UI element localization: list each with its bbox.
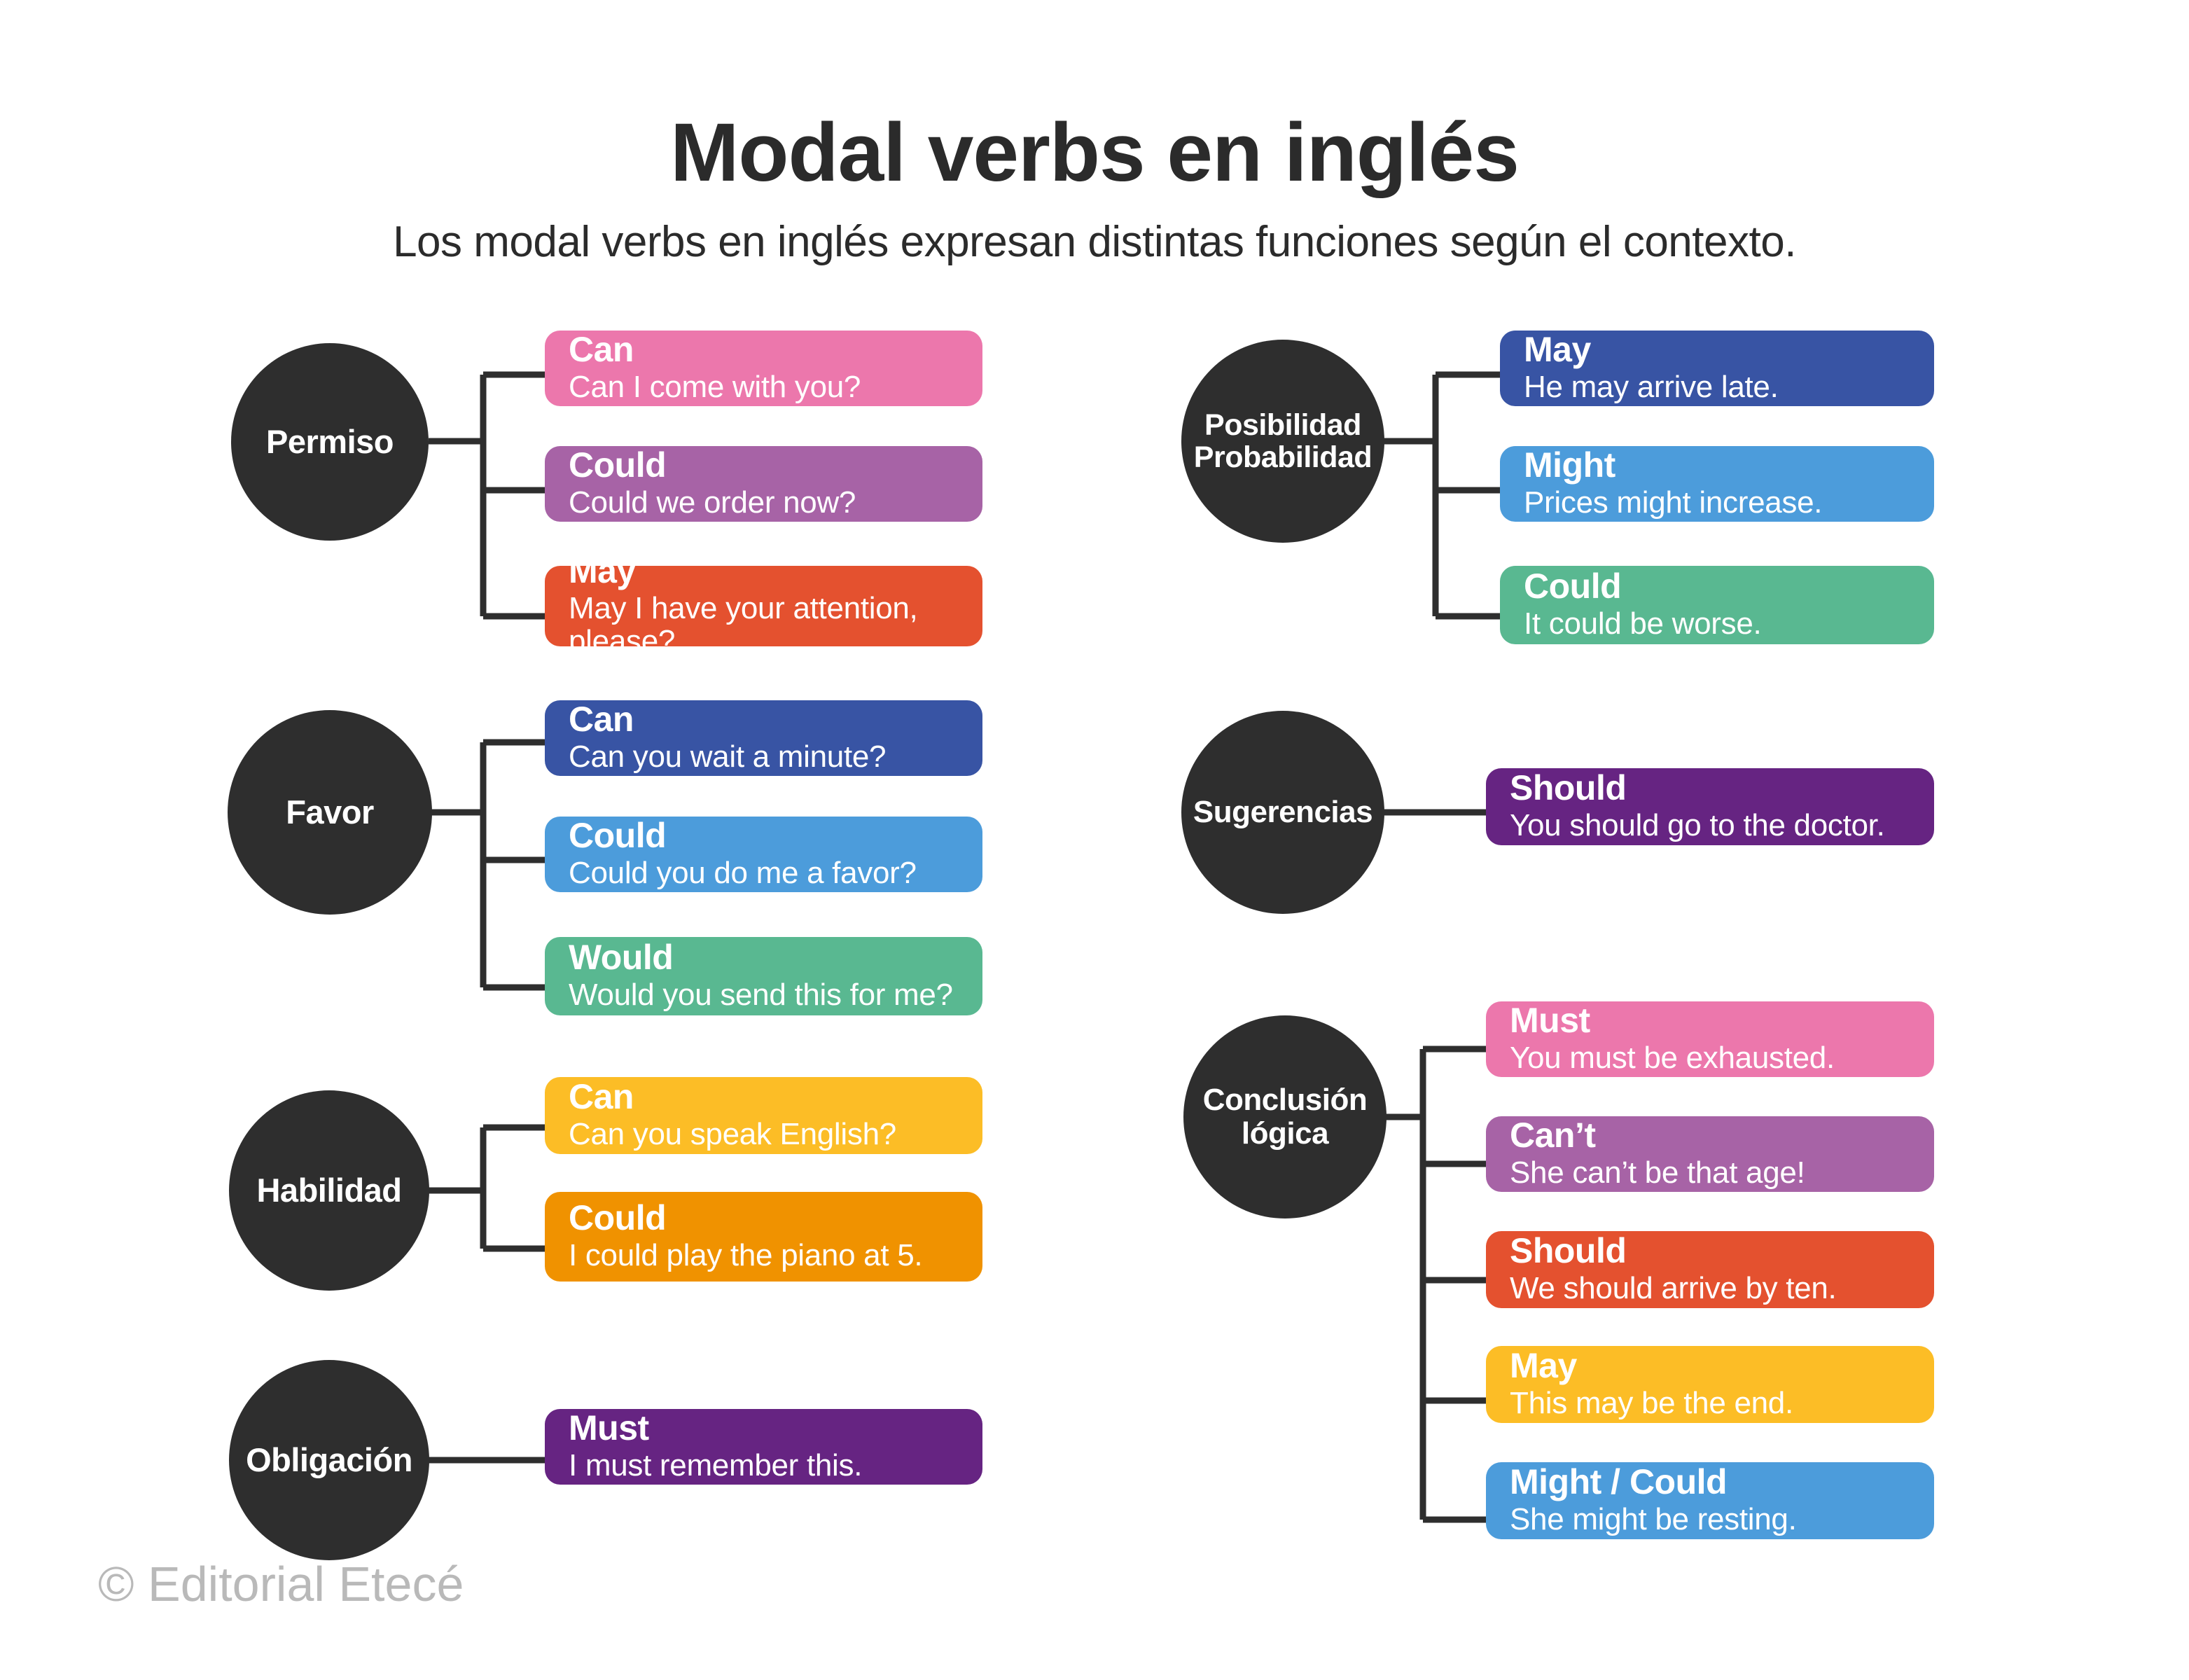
card-modal: Could <box>569 446 667 485</box>
card-sugerencias-should[interactable]: Should You should go to the doctor. <box>1486 768 1934 845</box>
group-bubble-permiso[interactable]: Permiso <box>231 343 429 541</box>
card-habilidad-could[interactable]: Could I could play the piano at 5. <box>545 1192 982 1282</box>
card-posibilidad-may[interactable]: May He may arrive late. <box>1500 331 1934 406</box>
card-modal: Might <box>1524 446 1615 485</box>
group-bubble-conclusion[interactable]: Conclusión lógica <box>1183 1015 1387 1219</box>
card-modal: Should <box>1510 768 1627 807</box>
card-modal: Could <box>569 817 667 855</box>
card-modal: Can <box>569 331 634 369</box>
group-bubble-sugerencias[interactable]: Sugerencias <box>1181 711 1384 914</box>
card-modal: Could <box>1524 566 1622 606</box>
card-modal: Could <box>569 1197 667 1237</box>
card-modal: Must <box>1510 1001 1590 1040</box>
card-conclusion-cant[interactable]: Can’t She can’t be that age! <box>1486 1116 1934 1192</box>
group-bubble-habilidad[interactable]: Habilidad <box>229 1090 429 1291</box>
card-permiso-may[interactable]: May May I have your attention, please? <box>545 566 982 646</box>
card-example: It could be worse. <box>1524 606 1762 641</box>
card-modal: Must <box>569 1409 649 1448</box>
group-bubble-posibilidad[interactable]: Posibilidad Probabilidad <box>1181 340 1384 543</box>
card-example: You must be exhausted. <box>1510 1040 1835 1075</box>
card-posibilidad-might[interactable]: Might Prices might increase. <box>1500 446 1934 522</box>
group-label-favor: Favor <box>286 793 374 831</box>
card-modal: Should <box>1510 1231 1627 1270</box>
card-example: Can I come with you? <box>569 369 861 404</box>
card-favor-could[interactable]: Could Could you do me a favor? <box>545 817 982 892</box>
card-modal: Can’t <box>1510 1116 1596 1155</box>
group-bubble-obligacion[interactable]: Obligación <box>229 1360 429 1560</box>
card-example: You should go to the doctor. <box>1510 807 1885 842</box>
card-modal: Would <box>569 937 674 977</box>
card-example: Prices might increase. <box>1524 485 1823 520</box>
card-conclusion-might-could[interactable]: Might / Could She might be resting. <box>1486 1462 1934 1539</box>
card-example: Could you do me a favor? <box>569 855 917 890</box>
card-permiso-can[interactable]: Can Can I come with you? <box>545 331 982 406</box>
card-posibilidad-could[interactable]: Could It could be worse. <box>1500 566 1934 644</box>
card-example: I could play the piano at 5. <box>569 1237 923 1272</box>
card-example: May I have your attention, please? <box>569 591 918 646</box>
group-label-permiso: Permiso <box>266 422 394 460</box>
card-obligacion-must[interactable]: Must I must remember this. <box>545 1409 982 1485</box>
card-modal: Can <box>569 1077 634 1116</box>
card-modal: May <box>1510 1346 1577 1385</box>
card-example: She might be resting. <box>1510 1501 1797 1536</box>
card-modal: Can <box>569 700 634 739</box>
card-example: I must remember this. <box>569 1448 863 1483</box>
card-example: Can you speak English? <box>569 1116 896 1151</box>
card-conclusion-may[interactable]: May This may be the end. <box>1486 1346 1934 1423</box>
group-label-posibilidad: Posibilidad Probabilidad <box>1193 408 1373 474</box>
card-modal: Might / Could <box>1510 1462 1728 1501</box>
card-example: This may be the end. <box>1510 1385 1793 1420</box>
card-modal: May <box>1524 331 1591 369</box>
card-example: We should arrive by ten. <box>1510 1270 1837 1305</box>
page-subtitle: Los modal verbs en inglés expresan disti… <box>393 218 1796 266</box>
card-permiso-could[interactable]: Could Could we order now? <box>545 446 982 522</box>
card-modal: May <box>569 566 636 591</box>
card-conclusion-should[interactable]: Should We should arrive by ten. <box>1486 1231 1934 1308</box>
card-example: Could we order now? <box>569 485 856 520</box>
card-conclusion-must[interactable]: Must You must be exhausted. <box>1486 1001 1934 1077</box>
group-label-obligacion: Obligación <box>246 1441 412 1478</box>
infographic-canvas: Modal verbs en inglés Los modal verbs en… <box>0 0 2189 1680</box>
card-example: She can’t be that age! <box>1510 1155 1805 1190</box>
copyright-watermark: © Editorial Etecé <box>98 1557 464 1611</box>
card-favor-would[interactable]: Would Would you send this for me? <box>545 937 982 1015</box>
card-habilidad-can[interactable]: Can Can you speak English? <box>545 1077 982 1154</box>
card-example: Would you send this for me? <box>569 977 953 1012</box>
group-label-habilidad: Habilidad <box>256 1171 402 1209</box>
card-example: He may arrive late. <box>1524 369 1779 404</box>
group-label-conclusion: Conclusión lógica <box>1202 1083 1368 1151</box>
card-favor-can[interactable]: Can Can you wait a minute? <box>545 700 982 776</box>
group-label-sugerencias: Sugerencias <box>1193 795 1373 830</box>
card-example: Can you wait a minute? <box>569 739 887 774</box>
group-bubble-favor[interactable]: Favor <box>228 710 432 915</box>
page-title: Modal verbs en inglés <box>670 106 1520 200</box>
